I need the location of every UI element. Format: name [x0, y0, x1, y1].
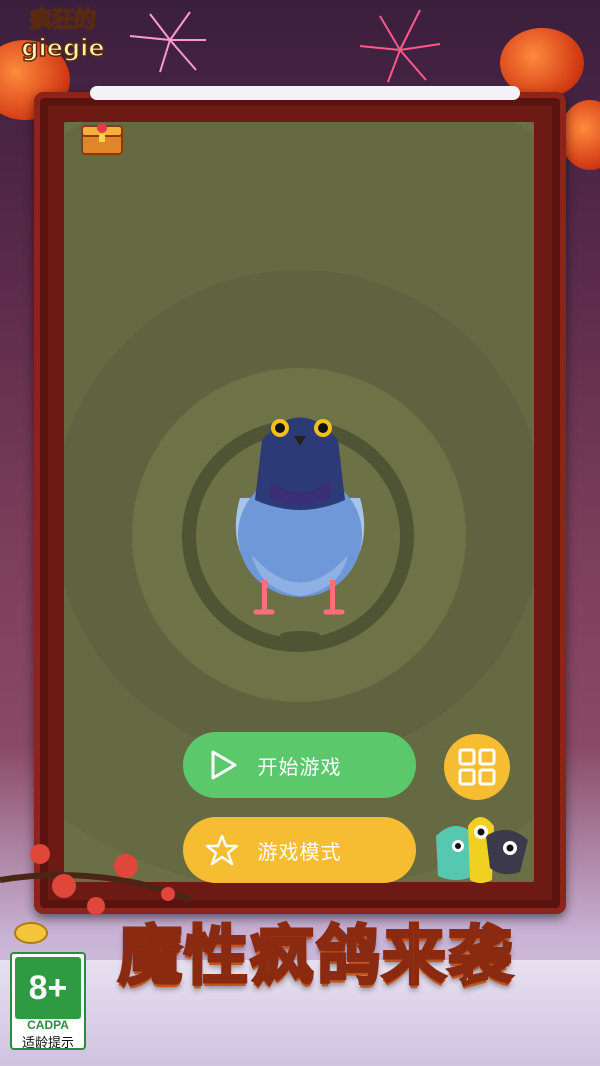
frame-snow	[90, 86, 520, 100]
menu-grid-button[interactable]	[444, 734, 510, 800]
age-rating-caption: 适龄提示	[21, 1036, 74, 1051]
game-mode-label: 游戏模式	[257, 839, 342, 864]
banner-title: 魔性疯鸽来袭	[117, 919, 514, 996]
logo-line-1: 疯狂的	[29, 7, 97, 34]
grid-icon	[458, 748, 496, 786]
monster-characters	[436, 817, 528, 883]
field-ring-inner	[196, 434, 400, 638]
treasure-chest-icon[interactable]	[78, 118, 126, 156]
age-rating-org: CADPA	[27, 1018, 69, 1032]
coin-icon	[14, 922, 48, 944]
start-game-label: 开始游戏	[257, 754, 342, 779]
logo-line-2: giegie	[21, 33, 106, 63]
start-game-button[interactable]: 开始游戏	[183, 732, 416, 798]
game-mode-button[interactable]: 游戏模式	[183, 817, 416, 883]
age-rating-badge: 8+ CADPA 适龄提示	[10, 952, 86, 1051]
age-rating-value: 8+	[15, 957, 81, 1019]
game-logo: 疯狂的 giegie	[8, 7, 118, 76]
